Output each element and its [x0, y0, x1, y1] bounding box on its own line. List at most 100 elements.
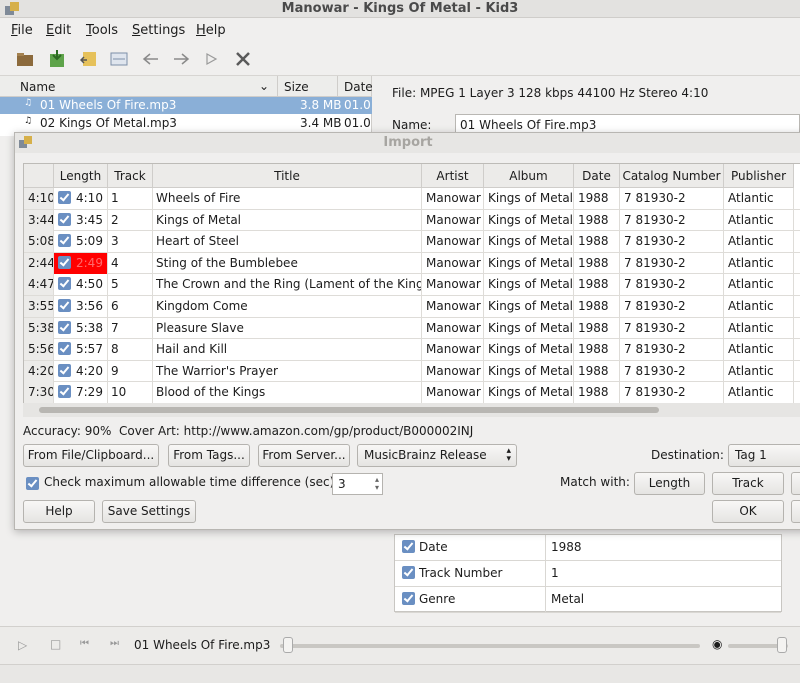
cell-date[interactable]: 1988: [574, 296, 620, 317]
cell-file-length[interactable]: 7:30: [24, 382, 54, 404]
cell-track[interactable]: 8: [108, 339, 153, 361]
scrollbar-thumb[interactable]: [39, 407, 659, 413]
import-icon[interactable]: [108, 48, 130, 70]
cell-publisher[interactable]: Atlantic: [724, 252, 794, 274]
column-header-catalog-number[interactable]: Catalog Number: [620, 164, 724, 188]
column-header-publisher[interactable]: Publisher: [724, 164, 794, 188]
match-title-button[interactable]: [791, 472, 800, 495]
tag-checkbox[interactable]: [402, 540, 415, 553]
file-row[interactable]: ♫ 02 Kings Of Metal.mp3 3.4 MB 01.0: [0, 115, 372, 132]
cell-date[interactable]: 1988: [574, 360, 620, 382]
horizontal-scrollbar[interactable]: [23, 403, 800, 417]
cell-title[interactable]: Blood of the Kings: [153, 382, 422, 404]
cell-file-length[interactable]: 5:08: [24, 231, 54, 253]
cancel-button[interactable]: [791, 500, 800, 523]
cell-file-length[interactable]: 4:10: [24, 188, 54, 209]
cell-date[interactable]: 1988: [574, 231, 620, 253]
destination-select[interactable]: Tag 1: [728, 444, 800, 467]
cell-length[interactable]: 5:38: [54, 317, 108, 339]
track-checkbox[interactable]: [58, 299, 71, 312]
cell-length[interactable]: 5:09: [54, 231, 108, 253]
cell-catalog-number[interactable]: 7 81930-2: [620, 274, 724, 296]
track-row[interactable]: 2:44 2:49 4 Sting of the Bumblebee Manowar Ki…: [24, 252, 800, 275]
match-length-button[interactable]: Length: [634, 472, 705, 495]
ok-button[interactable]: OK: [712, 500, 784, 523]
cell-title[interactable]: Kings of Metal: [153, 209, 422, 231]
cell-publisher[interactable]: Atlantic: [724, 296, 794, 317]
cell-album[interactable]: Kings of Metal: [484, 188, 574, 209]
cell-publisher[interactable]: Atlantic: [724, 209, 794, 231]
cell-date[interactable]: 1988: [574, 382, 620, 404]
cell-album[interactable]: Kings of Metal: [484, 339, 574, 361]
cell-publisher[interactable]: Atlantic: [724, 188, 794, 209]
column-header-file-length[interactable]: [24, 164, 54, 188]
cell-overflow[interactable]: [794, 231, 800, 252]
file-row[interactable]: ♫ 01 Wheels Of Fire.mp3 3.8 MB 01.0: [0, 97, 372, 114]
cell-title[interactable]: Pleasure Slave: [153, 317, 422, 339]
track-row[interactable]: 5:08 5:09 3 Heart of Steel Manowar Kings of M…: [24, 231, 800, 253]
column-header-track[interactable]: Track: [108, 164, 153, 188]
cell-overflow[interactable]: [794, 188, 800, 209]
cell-artist[interactable]: Manowar: [422, 209, 484, 231]
cell-artist[interactable]: Manowar: [422, 382, 484, 404]
cell-track[interactable]: 1: [108, 188, 153, 209]
revert-icon[interactable]: [78, 48, 100, 70]
cell-date[interactable]: 1988: [574, 274, 620, 296]
track-row[interactable]: 3:55 3:56 6 Kingdom Come Manowar Kings of Met…: [24, 296, 800, 318]
track-checkbox[interactable]: [58, 234, 71, 248]
cell-track[interactable]: 2: [108, 209, 153, 231]
cell-track[interactable]: 7: [108, 317, 153, 339]
volume-icon[interactable]: ◉: [712, 637, 722, 651]
cell-date[interactable]: 1988: [574, 252, 620, 274]
cell-publisher[interactable]: Atlantic: [724, 382, 794, 404]
cell-artist[interactable]: Manowar: [422, 231, 484, 253]
tag-row-date[interactable]: Date 1988: [395, 535, 781, 561]
cell-overflow[interactable]: [794, 339, 800, 360]
cell-catalog-number[interactable]: 7 81930-2: [620, 360, 724, 382]
cell-track[interactable]: 4: [108, 252, 153, 274]
cell-catalog-number[interactable]: 7 81930-2: [620, 252, 724, 274]
menu-file[interactable]: File: [11, 23, 33, 38]
cell-file-length[interactable]: 3:55: [24, 296, 54, 317]
cell-title[interactable]: Heart of Steel: [153, 231, 422, 253]
cell-artist[interactable]: Manowar: [422, 360, 484, 382]
cell-file-length[interactable]: 3:44: [24, 209, 54, 231]
tag-row-track-number[interactable]: Track Number 1: [395, 561, 781, 587]
track-row[interactable]: 5:38 5:38 7 Pleasure Slave Manowar Kings of M…: [24, 317, 800, 340]
forward-icon[interactable]: [170, 48, 192, 70]
cell-track[interactable]: 6: [108, 296, 153, 317]
from-server-button[interactable]: From Server...: [258, 444, 350, 467]
volume-handle[interactable]: [777, 637, 787, 653]
cell-overflow[interactable]: [794, 253, 800, 274]
cell-overflow[interactable]: [794, 318, 800, 339]
tag-field-value[interactable]: Metal: [551, 592, 584, 606]
cell-artist[interactable]: Manowar: [422, 274, 484, 296]
cell-overflow[interactable]: [794, 296, 800, 317]
open-folder-icon[interactable]: [14, 48, 36, 70]
cell-publisher[interactable]: Atlantic: [724, 360, 794, 382]
column-header-length[interactable]: Length: [54, 164, 108, 188]
track-checkbox[interactable]: [58, 255, 71, 269]
cell-overflow[interactable]: [794, 361, 800, 382]
cell-track[interactable]: 5: [108, 274, 153, 296]
track-row[interactable]: 7:30 7:29 10 Blood of the Kings Manowar Kings…: [24, 382, 800, 404]
cell-catalog-number[interactable]: 7 81930-2: [620, 209, 724, 231]
cell-length[interactable]: 2:49: [54, 252, 108, 274]
cell-date[interactable]: 1988: [574, 188, 620, 209]
column-header-title[interactable]: Title: [153, 164, 422, 188]
tag-table[interactable]: Date 1988 Track Number 1 Genre Metal: [394, 534, 782, 613]
cell-title[interactable]: Kingdom Come: [153, 296, 422, 317]
cell-album[interactable]: Kings of Metal: [484, 317, 574, 339]
cell-length[interactable]: 4:20: [54, 360, 108, 382]
cell-title[interactable]: The Crown and the Ring (Lament of the Ki…: [153, 274, 422, 296]
track-checkbox[interactable]: [58, 212, 71, 226]
cell-length[interactable]: 4:50: [54, 274, 108, 296]
cell-catalog-number[interactable]: 7 81930-2: [620, 188, 724, 209]
cell-artist[interactable]: Manowar: [422, 252, 484, 274]
cell-catalog-number[interactable]: 7 81930-2: [620, 231, 724, 253]
cell-date[interactable]: 1988: [574, 317, 620, 339]
track-row[interactable]: 3:44 3:45 2 Kings of Metal Manowar Kings of M…: [24, 209, 800, 232]
cell-title[interactable]: The Warrior's Prayer: [153, 360, 422, 382]
cell-length[interactable]: 4:10: [54, 188, 108, 209]
cell-title[interactable]: Wheels of Fire: [153, 188, 422, 209]
